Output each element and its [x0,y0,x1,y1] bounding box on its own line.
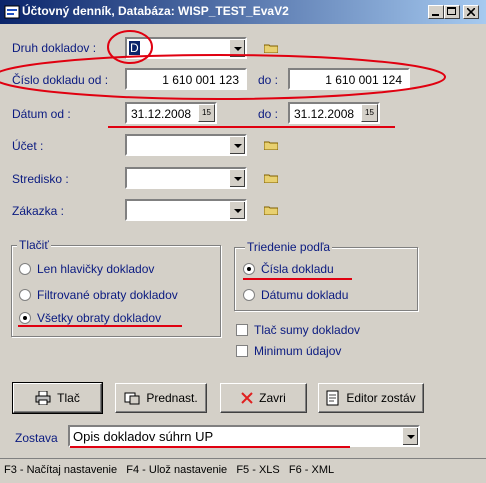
printer-icon [35,391,51,405]
editor-button-label: Editor zostáv [346,391,416,405]
zakazka-combo[interactable] [125,199,247,221]
triedenie-radio-1[interactable] [243,263,255,275]
document-edit-icon [326,390,339,406]
tlac-option-2[interactable]: Filtrované obraty dokladov [37,288,178,302]
maximize-button[interactable] [444,5,460,19]
prednast-button-label: Prednast. [146,391,198,405]
minimize-button[interactable] [428,5,444,19]
cislo-do-label: do : [258,73,279,87]
triedenie-radio-2[interactable] [243,289,255,301]
datum-do-value: 31.12.2008 [294,107,355,121]
chevron-down-icon[interactable] [229,201,245,219]
folder-icon[interactable] [264,173,278,183]
chevron-down-icon[interactable] [402,427,418,445]
folder-icon[interactable] [264,43,278,53]
triedenie-option-1[interactable]: Čísla dokladu [261,262,334,276]
datum-label: Dátum od : [12,107,71,121]
close-icon [467,8,475,16]
folder-icon[interactable] [264,205,278,215]
close-button[interactable] [463,5,479,19]
chevron-down-icon[interactable] [229,39,245,57]
calendar-icon[interactable]: 15 [361,104,378,122]
zostava-value: Opis dokladov súhrn UP [73,429,214,444]
druh-label: Druh dokladov : [12,41,97,55]
app-icon [4,5,20,19]
folder-icon[interactable] [264,140,278,150]
prednast-button[interactable]: Prednast. [115,383,207,413]
tlac-sumy-checkbox[interactable] [236,324,248,336]
datum-do-label: do : [258,107,279,121]
stredisko-label: Stredisko : [12,172,69,186]
calendar-icon[interactable]: 15 [198,104,215,122]
triedenie-group-title: Triedenie podľa [245,240,333,254]
tlac-group-title: Tlačiť [17,238,51,252]
cislo-od-field[interactable]: 1 610 001 123 [125,68,247,90]
zostava-combo[interactable]: Opis dokladov súhrn UP [68,425,420,447]
window-title: Účtovný denník, Databáza: WISP_TEST_EvaV… [22,4,289,18]
zavri-button-label: Zavri [259,391,286,405]
datum-do-field[interactable]: 31.12.2008 15 [288,102,380,124]
chevron-down-icon[interactable] [229,136,245,154]
tlac-radio-1[interactable] [19,263,31,275]
cislo-do-field[interactable]: 1 610 001 124 [288,68,410,90]
triedenie-option-2[interactable]: Dátumu dokladu [261,288,348,302]
chevron-down-icon[interactable] [229,169,245,187]
ucet-label: Účet : [12,139,44,153]
status-bar: F3 - Načítaj nastavenie F4 - Ulož nastav… [0,458,486,483]
tlac-sumy-label[interactable]: Tlač sumy dokladov [254,323,360,337]
status-text: F3 - Načítaj nastavenie F4 - Ulož nastav… [4,464,335,476]
cislo-od-value: 1 610 001 123 [162,73,239,87]
editor-button[interactable]: Editor zostáv [318,383,424,413]
cislo-label: Číslo dokladu od : [12,73,109,87]
minimum-checkbox[interactable] [236,345,248,357]
druh-combo[interactable]: D [125,37,247,59]
zavri-button[interactable]: Zavri [220,383,307,413]
druh-value: D [129,41,140,55]
ucet-combo[interactable] [125,134,247,156]
close-icon [241,392,253,404]
settings-icon [124,392,140,405]
tlac-radio-2[interactable] [19,289,31,301]
tlac-radio-3[interactable] [19,312,31,324]
datum-od-field[interactable]: 31.12.2008 15 [125,102,217,124]
datum-od-value: 31.12.2008 [131,107,192,121]
stredisko-combo[interactable] [125,167,247,189]
cislo-do-value: 1 610 001 124 [325,73,402,87]
tlac-option-1[interactable]: Len hlavičky dokladov [37,262,154,276]
minimum-label[interactable]: Minimum údajov [254,344,341,358]
zakazka-label: Zákazka : [12,204,65,218]
zostava-label: Zostava [15,431,58,445]
tlac-button-label: Tlač [57,391,80,405]
tlac-button[interactable]: Tlač [12,382,103,414]
tlac-option-3[interactable]: Všetky obraty dokladov [37,311,161,325]
